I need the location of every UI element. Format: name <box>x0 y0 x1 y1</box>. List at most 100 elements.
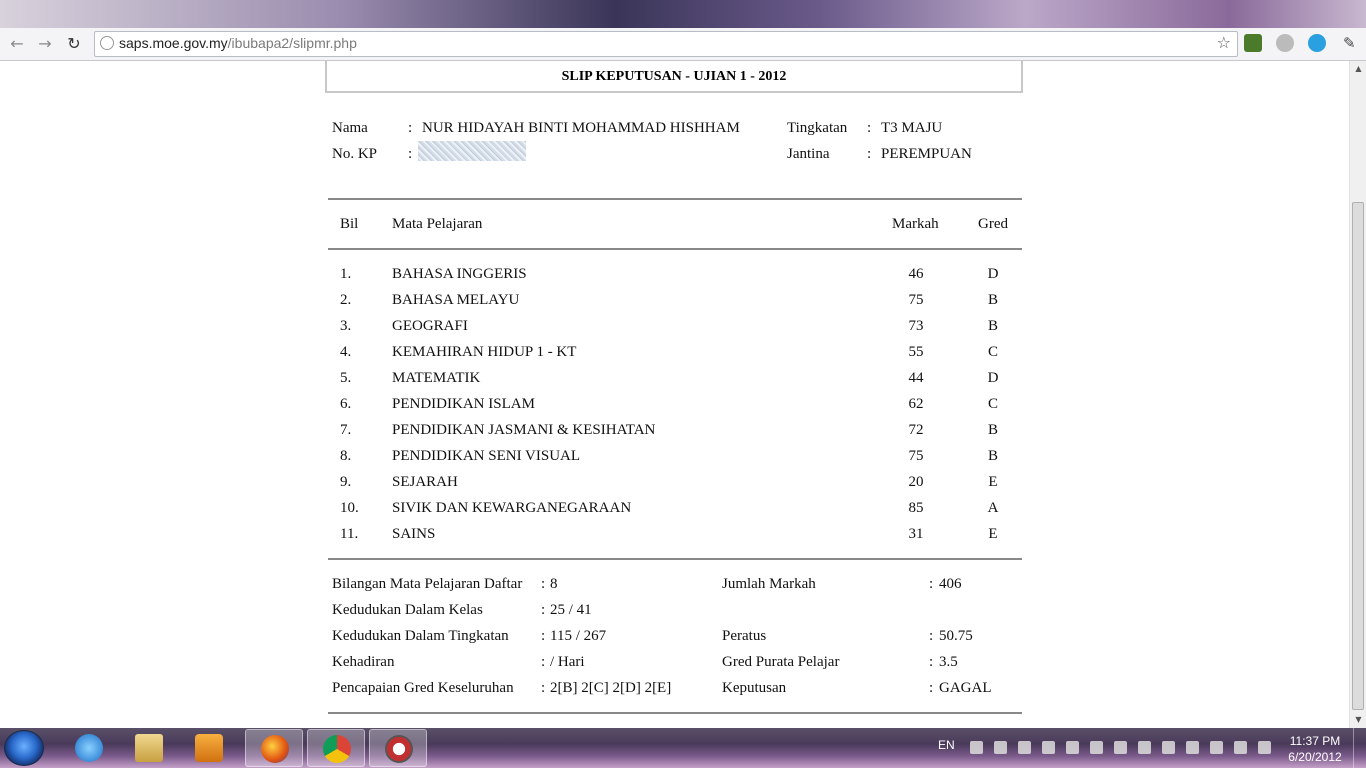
col-header-subject: Mata Pelajaran <box>392 216 483 232</box>
row-markah: 55 <box>908 344 924 360</box>
taskbar-explorer-button[interactable] <box>120 729 178 767</box>
volume-icon[interactable] <box>1234 741 1247 754</box>
clock-time: 11:37 PM <box>1289 734 1341 748</box>
row-bil: 5. <box>340 370 352 386</box>
tray-icon[interactable] <box>1066 741 1079 754</box>
row-markah: 44 <box>908 370 924 386</box>
tingkatan-sep: : <box>867 120 872 136</box>
nama-value: NUR HIDAYAH BINTI MOHAMMAD HISHHAM <box>422 120 740 136</box>
row-bil: 6. <box>340 396 352 412</box>
summary-sep: : <box>541 680 546 696</box>
divider <box>328 712 1022 714</box>
col-header-markah: Markah <box>892 216 939 232</box>
row-bil: 2. <box>340 292 352 308</box>
forward-button[interactable]: → <box>34 33 56 55</box>
summary-label: Jumlah Markah <box>722 576 816 592</box>
reload-button[interactable]: ↻ <box>63 33 85 55</box>
summary-sep: : <box>929 576 934 592</box>
tray-icon[interactable] <box>994 741 1007 754</box>
address-text[interactable]: saps.moe.gov.my/ibubapa2/slipmr.php <box>119 35 357 51</box>
row-subject: BAHASA INGGERIS <box>392 266 527 282</box>
show-desktop-button[interactable] <box>1353 728 1366 768</box>
windows-taskbar: EN 11:37 PM 6/20/2012 <box>0 728 1366 768</box>
row-gred: D <box>987 266 999 282</box>
row-bil: 7. <box>340 422 352 438</box>
divider <box>328 198 1022 200</box>
row-subject: PENDIDIKAN SENI VISUAL <box>392 448 581 464</box>
summary-sep: : <box>541 576 546 592</box>
tray-icon[interactable] <box>1090 741 1103 754</box>
summary-sep: : <box>929 628 934 644</box>
tray-icon[interactable] <box>970 741 983 754</box>
row-subject: KEMAHIRAN HIDUP 1 - KT <box>392 344 577 360</box>
summary-value: / Hari <box>550 654 585 670</box>
tray-icon[interactable] <box>1042 741 1055 754</box>
clock-date: 6/20/2012 <box>1288 750 1342 764</box>
tray-icon[interactable] <box>1162 741 1175 754</box>
taskbar-app-button[interactable] <box>369 729 427 767</box>
eye-extension-icon[interactable] <box>1276 34 1294 52</box>
divider <box>328 558 1022 560</box>
chrome-icon <box>323 735 351 763</box>
jantina-sep: : <box>867 146 872 162</box>
bluetooth-icon[interactable] <box>1114 741 1127 754</box>
row-gred: C <box>987 396 998 412</box>
summary-value: 25 / 41 <box>550 602 592 618</box>
row-subject: GEOGRAFI <box>392 318 468 334</box>
page-info-icon[interactable] <box>100 36 114 50</box>
row-subject: SIVIK DAN KEWARGANEGARAAN <box>392 500 632 516</box>
summary-value: 8 <box>550 576 558 592</box>
wrench-menu-icon[interactable]: ✎ <box>1343 34 1356 52</box>
row-gred: B <box>987 292 998 308</box>
summary-sep: : <box>541 654 546 670</box>
scroll-down-arrow-icon[interactable]: ▼ <box>1350 712 1366 728</box>
row-gred: C <box>987 344 998 360</box>
scrollbar-thumb[interactable] <box>1352 202 1364 710</box>
language-indicator[interactable]: EN <box>938 738 955 752</box>
taskbar-media-button[interactable] <box>180 729 238 767</box>
summary-label: Gred Purata Pelajar <box>722 654 840 670</box>
row-markah: 85 <box>908 500 924 516</box>
power-icon[interactable] <box>1210 741 1223 754</box>
row-markah: 31 <box>908 526 924 542</box>
bookmark-star-icon[interactable]: ☆ <box>1217 33 1231 52</box>
summary-sep: : <box>929 680 934 696</box>
folder-icon <box>135 734 163 762</box>
window-titlebar <box>0 0 1366 28</box>
tray-icon[interactable] <box>1138 741 1151 754</box>
row-bil: 9. <box>340 474 352 490</box>
taskbar-chrome-button[interactable] <box>307 729 365 767</box>
row-subject: SEJARAH <box>392 474 458 490</box>
slip-title: SLIP KEPUTUSAN - UJIAN 1 - 2012 <box>325 61 1023 93</box>
extension-icon[interactable] <box>1244 34 1262 52</box>
row-gred: E <box>988 526 998 542</box>
internet-explorer-icon <box>75 734 103 762</box>
url-path: /ibubapa2/slipmr.php <box>227 35 357 51</box>
row-markah: 73 <box>908 318 924 334</box>
tingkatan-label: Tingkatan <box>787 120 848 136</box>
redacted-nokp <box>418 141 526 161</box>
nama-sep: : <box>408 120 413 136</box>
row-gred: B <box>987 318 998 334</box>
vertical-scrollbar[interactable]: ▲ ▼ <box>1349 61 1366 728</box>
action-center-flag-icon[interactable] <box>1186 741 1199 754</box>
system-clock[interactable]: 11:37 PM 6/20/2012 <box>1280 733 1350 765</box>
start-button[interactable] <box>4 730 44 766</box>
firefox-icon <box>261 735 289 763</box>
nama-label: Nama <box>332 120 368 136</box>
skype-extension-icon[interactable] <box>1308 34 1326 52</box>
jantina-value: PEREMPUAN <box>881 146 972 162</box>
nokp-label: No. KP <box>332 146 378 162</box>
summary-value: 115 / 267 <box>550 628 607 644</box>
row-gred: D <box>987 370 999 386</box>
address-bar[interactable]: saps.moe.gov.my/ibubapa2/slipmr.php ☆ <box>94 31 1238 57</box>
taskbar-firefox-button[interactable] <box>245 729 303 767</box>
summary-label: Kedudukan Dalam Tingkatan <box>332 628 509 644</box>
back-button[interactable]: ← <box>6 33 28 55</box>
summary-value: 50.75 <box>939 628 973 644</box>
summary-label: Kedudukan Dalam Kelas <box>332 602 483 618</box>
network-signal-icon[interactable] <box>1258 741 1271 754</box>
tray-icon[interactable] <box>1018 741 1031 754</box>
scroll-up-arrow-icon[interactable]: ▲ <box>1350 61 1366 77</box>
taskbar-ie-button[interactable] <box>60 729 118 767</box>
